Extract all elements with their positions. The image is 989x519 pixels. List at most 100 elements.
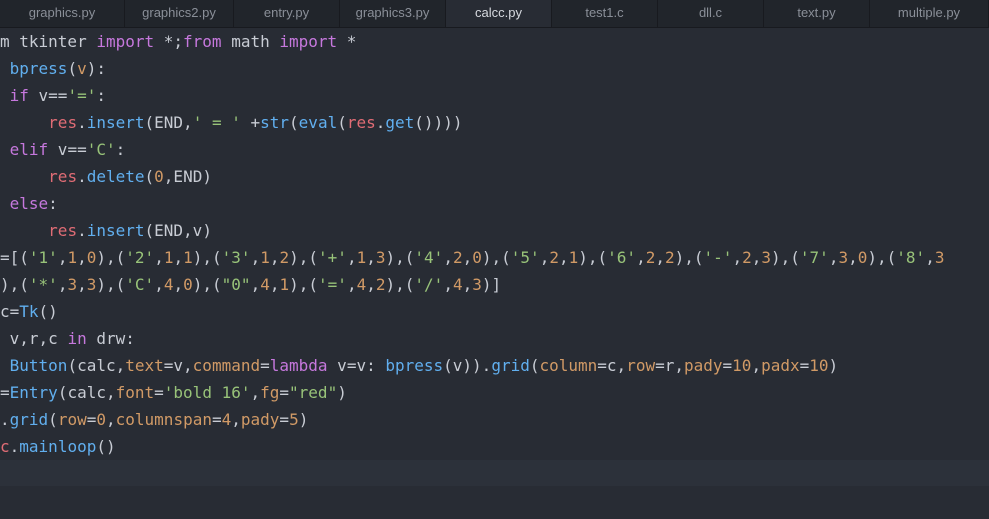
code-text: (calc,: [57, 383, 116, 402]
tab-multiple-py[interactable]: multiple.py: [870, 0, 989, 27]
function-token: Entry: [9, 383, 58, 402]
code-line[interactable]: bpress(v):: [0, 55, 106, 82]
code-line[interactable]: else:: [0, 190, 58, 217]
number-token: 0: [472, 248, 482, 267]
string-token: '=': [318, 275, 347, 294]
code-text: ,: [751, 356, 762, 375]
code-text: :: [96, 86, 106, 105]
code-text: ,: [539, 248, 550, 267]
tab-graphics2-py[interactable]: graphics2.py: [125, 0, 234, 27]
function-token: insert: [86, 113, 145, 132]
number-token: 3: [934, 248, 945, 267]
number-token: command: [192, 356, 261, 375]
code-text: =: [154, 383, 164, 402]
code-editor[interactable]: m tkinter import *;from math import * bp…: [0, 28, 989, 519]
code-line[interactable]: m tkinter import *;from math import *: [0, 28, 356, 55]
string-token: "0": [221, 275, 251, 294]
code-text: ,: [250, 275, 261, 294]
code-text: ),(: [578, 248, 608, 267]
function-token: grid: [9, 410, 49, 429]
number-token: columnspan: [115, 410, 212, 429]
tab-entry-py[interactable]: entry.py: [234, 0, 340, 27]
number-token: 3: [761, 248, 771, 267]
code-text: math: [221, 32, 280, 51]
code-text: ,END): [163, 167, 212, 186]
code-text: ,: [106, 410, 116, 429]
number-token: pady: [240, 410, 280, 429]
code-text: =: [0, 383, 10, 402]
function-token: insert: [86, 221, 145, 240]
tab-calcc-py[interactable]: calcc.py: [446, 0, 552, 27]
code-line[interactable]: =[('1',1,0),('2',1,1),('3',1,2),('+',1,3…: [0, 244, 944, 271]
number-token: 2: [279, 248, 290, 267]
code-text: ,: [558, 248, 569, 267]
number-token: 3: [67, 275, 78, 294]
string-token: '+': [318, 248, 347, 267]
code-text: ),(: [385, 248, 415, 267]
number-token: 0: [183, 275, 193, 294]
function-token: bpress: [385, 356, 444, 375]
code-line[interactable]: Button(calc,text=v,command=lambda v=v: b…: [0, 352, 839, 379]
keyword-token: else: [9, 194, 49, 213]
code-line[interactable]: elif v=='C':: [0, 136, 126, 163]
code-text: ,: [154, 275, 164, 294]
number-token: 4: [221, 410, 232, 429]
tab-dll-c[interactable]: dll.c: [658, 0, 764, 27]
function-token: Button: [9, 356, 68, 375]
code-text: ,: [173, 248, 184, 267]
number-token: 4: [452, 275, 463, 294]
code-text: ),(: [0, 275, 29, 294]
code-text: (v)).: [443, 356, 492, 375]
number-token: 5: [289, 410, 299, 429]
number-token: column: [539, 356, 598, 375]
code-line[interactable]: c=Tk(): [0, 298, 58, 325]
code-line[interactable]: v,r,c in drw:: [0, 325, 135, 352]
keyword-token: import: [96, 32, 155, 51]
code-text: +: [240, 113, 261, 132]
code-text: =: [799, 356, 810, 375]
code-text: =: [211, 410, 222, 429]
number-token: 10: [732, 356, 752, 375]
tab-test1-c[interactable]: test1.c: [552, 0, 658, 27]
tab-text-py[interactable]: text.py: [764, 0, 870, 27]
code-text: v=v:: [327, 356, 386, 375]
string-token: '5': [510, 248, 540, 267]
number-token: 1: [183, 248, 193, 267]
variable-token: c: [0, 437, 10, 456]
code-text: ),(: [674, 248, 704, 267]
code-line[interactable]: res.insert(END,v): [0, 217, 212, 244]
code-text: ,: [77, 275, 87, 294]
number-token: 0: [154, 167, 164, 186]
code-text: ),(: [96, 275, 126, 294]
code-line[interactable]: res.delete(0,END): [0, 163, 212, 190]
code-text: v,r,c: [0, 329, 68, 348]
string-token: ' = ': [192, 113, 241, 132]
tab-graphics-py[interactable]: graphics.py: [0, 0, 125, 27]
code-text: ,: [751, 248, 762, 267]
tab-graphics3-py[interactable]: graphics3.py: [340, 0, 446, 27]
code-text: =r,: [655, 356, 684, 375]
code-text: ),(: [289, 248, 319, 267]
code-text: (calc,: [67, 356, 126, 375]
string-token: '=': [67, 86, 97, 105]
function-token: eval: [298, 113, 338, 132]
number-token: 3: [375, 248, 386, 267]
code-line[interactable]: if v=='=':: [0, 82, 106, 109]
string-token: '2': [125, 248, 155, 267]
number-token: 1: [260, 248, 270, 267]
code-text: ),(: [481, 248, 511, 267]
code-line[interactable]: .grid(row=0,columnspan=4,pady=5): [0, 406, 308, 433]
function-token: mainloop: [19, 437, 97, 456]
code-line[interactable]: ),('*',3,3),('C',4,0),("0",4,1),('=',4,2…: [0, 271, 501, 298]
code-text: ,: [828, 248, 839, 267]
code-line[interactable]: =Entry(calc,font='bold 16',fg="red"): [0, 379, 347, 406]
code-text: ),(: [192, 248, 222, 267]
code-line[interactable]: res.insert(END,' = ' +str(eval(res.get()…: [0, 109, 462, 136]
code-text: v==: [28, 86, 68, 105]
string-token: '6': [607, 248, 637, 267]
code-line[interactable]: c.mainloop(): [0, 433, 116, 460]
keyword-token: if: [9, 86, 29, 105]
keyword-token: in: [67, 329, 87, 348]
